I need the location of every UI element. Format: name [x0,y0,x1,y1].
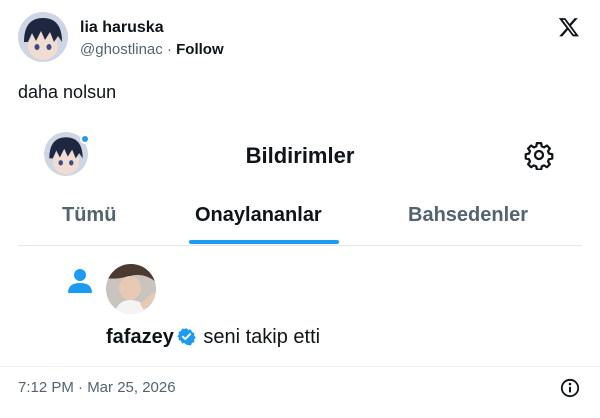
follow-button[interactable]: Follow [176,41,224,58]
info-icon[interactable] [560,378,580,398]
tab-verified[interactable]: Onaylananlar [195,202,322,228]
tweet-text: daha nolsun [18,82,117,102]
meta-separator: · [166,41,172,58]
author-meta: @ghostlinac · Follow [80,40,224,60]
author-handle[interactable]: @ghostlinac [80,41,163,58]
x-logo-icon[interactable] [558,16,580,38]
tweet-timestamp[interactable]: 7:12 PM · Mar 25, 2026 [18,378,176,398]
person-icon [66,268,94,294]
author-avatar[interactable] [18,12,68,62]
notification-text: fafazey seni takip etti [106,324,320,350]
notification-tabs: Tümü Onaylananlar Bahsedenler [18,196,582,246]
tab-all[interactable]: Tümü [62,202,116,228]
page-title: Bildirimler [245,143,355,168]
footer-divider [0,366,600,367]
author-block: lia haruska @ghostlinac · Follow [80,18,224,60]
author-name[interactable]: lia haruska [80,18,224,38]
notification-action: seni takip etti [203,326,321,348]
follower-avatar[interactable] [106,264,156,314]
notifications-screenshot: Bildirimler Tümü Onaylananlar Bahsedenle… [18,118,582,364]
follower-username[interactable]: fafazey [106,326,174,348]
verified-badge-icon [177,327,196,346]
tabs-divider [18,245,582,246]
gear-icon[interactable] [524,140,554,171]
tab-mentions[interactable]: Bahsedenler [408,202,528,228]
active-tab-indicator [189,240,339,244]
